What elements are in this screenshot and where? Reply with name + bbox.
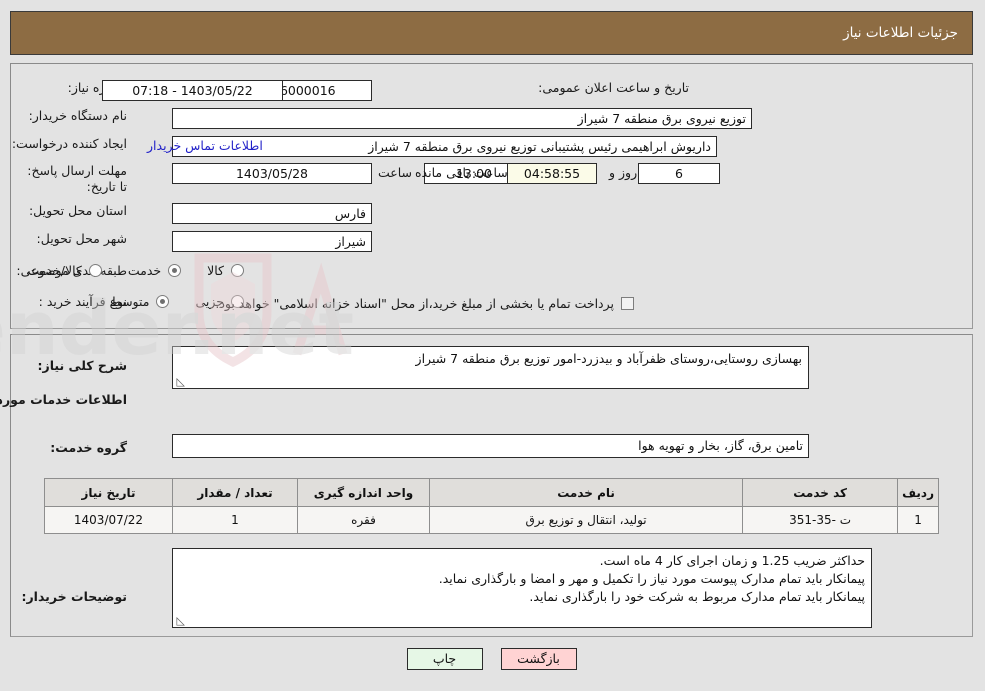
process-option-motavaset[interactable]: متوسط xyxy=(111,294,171,309)
buyer-note-line: حداکثر ضریب 1.25 و زمان اجرای کار 4 ماه … xyxy=(600,553,866,568)
islamic-treasury-text: پرداخت تمام یا بخشی از مبلغ خرید،از محل … xyxy=(216,296,615,311)
buyer-note-line: پیمانکار باید تمام مدارک مربوط به شرکت خ… xyxy=(530,589,866,604)
deadline-date-value: 1403/05/28 xyxy=(173,163,373,184)
process-option-label: متوسط xyxy=(111,294,151,309)
cell-unit: فقره xyxy=(298,506,431,534)
remaining-days-label: روز و xyxy=(610,165,639,180)
radio-icon[interactable] xyxy=(157,295,171,308)
description-textarea[interactable]: بهسازی روستایی،روستای ظفرآباد و بیدزرد-ا… xyxy=(173,346,810,389)
category-option-label: کالا xyxy=(208,263,225,278)
resize-grip-icon[interactable]: ◺ xyxy=(176,376,186,387)
description-value: بهسازی روستایی،روستای ظفرآباد و بیدزرد-ا… xyxy=(416,351,803,366)
remaining-suffix-label: ساعت باقی مانده xyxy=(416,165,509,180)
radio-icon[interactable] xyxy=(169,264,183,277)
buyer-note-line: پیمانکار باید تمام مدارک پیوست مورد نیاز… xyxy=(439,571,866,586)
th-quantity: تعداد / مقدار xyxy=(173,478,299,507)
category-option-kala-khedmat[interactable]: کالا/خدمت xyxy=(28,263,103,278)
service-group-label: گروه خدمت: xyxy=(51,440,128,455)
buyer-notes-label: توضیحات خریدار: xyxy=(22,589,128,604)
city-label: شهر محل تحویل: xyxy=(37,231,128,246)
province-row: استان محل تحویل: xyxy=(22,203,128,218)
remaining-timer-value: 04:58:55 xyxy=(508,163,598,184)
table-row: 1 ت -35-351 تولید، انتقال و توزیع برق فق… xyxy=(45,506,940,534)
category-option-kala[interactable]: کالا xyxy=(208,263,245,278)
deadline-row: مهلت ارسال پاسخ: تا تاریخ: xyxy=(16,163,128,195)
cell-code: ت -35-351 xyxy=(743,506,900,534)
th-date: تاریخ نیاز xyxy=(45,478,174,507)
buyer-org-label: نام دستگاه خریدار: xyxy=(29,108,128,123)
category-option-label: کالا/خدمت xyxy=(28,263,83,278)
category-option-label: خدمت xyxy=(128,263,163,278)
public-announce-value: 1403/05/22 - 07:18 xyxy=(103,80,284,101)
th-name: نام خدمت xyxy=(429,478,745,507)
buyer-org-row: نام دستگاه خریدار: xyxy=(22,108,128,123)
radio-icon[interactable] xyxy=(232,264,245,277)
footer-buttons: بازگشت چاپ xyxy=(0,648,985,670)
remaining-days-value: 6 xyxy=(639,163,721,184)
radio-icon[interactable] xyxy=(89,264,103,277)
description-label: شرح کلی نیاز: xyxy=(38,358,128,373)
need-info-panel xyxy=(11,63,974,329)
city-value: شیراز xyxy=(173,231,373,252)
cell-date: 1403/07/22 xyxy=(45,506,174,534)
page-root: جزئیات اطلاعات نیاز شماره نیاز: 11030945… xyxy=(0,0,985,691)
province-value: فارس xyxy=(173,203,373,224)
services-table: ردیف کد خدمت نام خدمت واحد اندازه گیری ت… xyxy=(45,478,940,534)
services-section-title: اطلاعات خدمات مورد نیاز xyxy=(0,392,128,407)
service-group-value: تامین برق، گاز، بخار و تهویه هوا xyxy=(173,434,810,458)
th-index: ردیف xyxy=(898,478,940,507)
creator-label: ایجاد کننده درخواست: xyxy=(12,136,128,151)
table-header-row: ردیف کد خدمت نام خدمت واحد اندازه گیری ت… xyxy=(45,478,940,507)
deadline-label: مهلت ارسال پاسخ: تا تاریخ: xyxy=(28,163,128,194)
buyer-contact-link[interactable]: اطلاعات تماس خریدار xyxy=(148,138,264,153)
resize-grip-icon[interactable]: ◺ xyxy=(176,615,186,626)
cell-name: تولید، انتقال و توزیع برق xyxy=(429,506,745,534)
category-option-khedmat[interactable]: خدمت xyxy=(128,263,183,278)
public-announce-row: تاریخ و ساعت اعلان عمومی: xyxy=(531,80,690,95)
islamic-treasury-checkbox[interactable] xyxy=(622,297,635,310)
public-announce-label: تاریخ و ساعت اعلان عمومی: xyxy=(539,80,690,95)
buyer-org-value: توزیع نیروی برق منطقه 7 شیراز xyxy=(173,108,753,129)
buyer-notes-textarea[interactable]: حداکثر ضریب 1.25 و زمان اجرای کار 4 ماه … xyxy=(173,548,873,628)
city-row: شهر محل تحویل: xyxy=(30,231,128,246)
th-unit: واحد اندازه گیری xyxy=(298,478,431,507)
cell-index: 1 xyxy=(898,506,940,534)
creator-row: ایجاد کننده درخواست: xyxy=(5,136,128,151)
cell-quantity: 1 xyxy=(173,506,299,534)
page-title: جزئیات اطلاعات نیاز xyxy=(844,25,959,41)
page-header: جزئیات اطلاعات نیاز xyxy=(11,11,974,55)
province-label: استان محل تحویل: xyxy=(29,203,128,218)
category-radio-group[interactable]: کالا خدمت کالا/خدمت xyxy=(2,263,245,278)
th-code: کد خدمت xyxy=(743,478,900,507)
print-button[interactable]: چاپ xyxy=(407,648,484,670)
back-button[interactable]: بازگشت xyxy=(501,648,578,670)
